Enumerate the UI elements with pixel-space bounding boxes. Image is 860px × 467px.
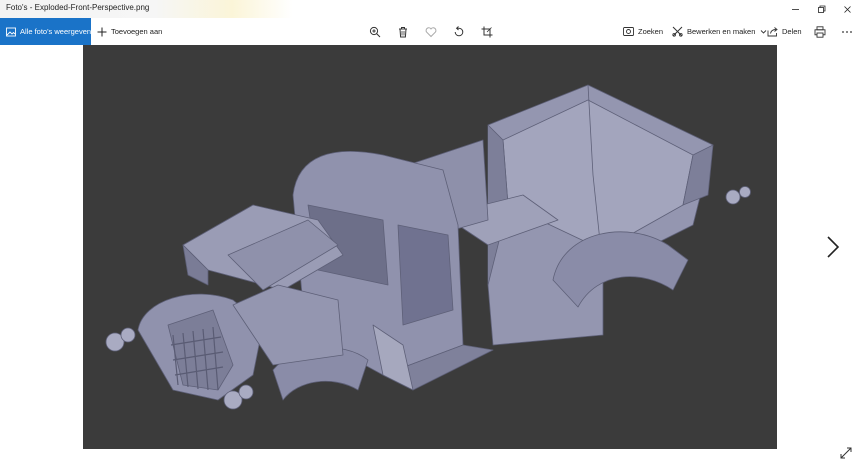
edit-create-label: Bewerken en maken — [687, 27, 756, 36]
restore-icon — [817, 5, 826, 14]
print-button[interactable] — [813, 25, 826, 38]
more-button[interactable] — [840, 25, 853, 38]
more-icon — [841, 26, 853, 38]
toolbar: Alle foto's weergeven Toevoegen aan Zoek… — [0, 18, 860, 45]
search-button[interactable]: Zoeken — [623, 18, 663, 45]
chevron-right-icon — [826, 235, 840, 259]
close-icon — [843, 5, 852, 14]
minimize-button[interactable] — [782, 0, 808, 18]
zoom-icon — [369, 26, 381, 38]
delete-button[interactable] — [396, 25, 409, 38]
plus-icon — [97, 27, 107, 37]
crop-icon — [481, 26, 493, 38]
title-bar: Foto's - Exploded-Front-Perspective.png — [0, 0, 860, 18]
search-label: Zoeken — [638, 27, 664, 36]
edit-create-button[interactable]: Bewerken en maken — [672, 18, 767, 45]
rotate-icon — [453, 25, 465, 38]
expand-icon — [840, 447, 852, 459]
close-button[interactable] — [834, 0, 860, 18]
truck-model-image — [105, 84, 751, 410]
all-photos-label: Alle foto's weergeven — [20, 27, 92, 36]
next-image-button[interactable] — [824, 234, 842, 260]
share-button[interactable]: Delen — [767, 18, 802, 45]
favorite-icon — [425, 26, 437, 38]
search-icon — [623, 26, 634, 37]
rotate-button[interactable] — [452, 25, 465, 38]
delete-icon — [397, 26, 409, 38]
image-viewer — [83, 45, 777, 449]
print-icon — [814, 25, 826, 38]
window-title: Foto's - Exploded-Front-Perspective.png — [6, 3, 150, 12]
favorite-button[interactable] — [424, 25, 437, 38]
share-icon — [767, 26, 778, 37]
add-to-button[interactable]: Toevoegen aan — [97, 18, 162, 45]
edit-icon — [672, 26, 683, 37]
fullscreen-button[interactable] — [839, 446, 853, 460]
share-label: Delen — [782, 27, 802, 36]
zoom-button[interactable] — [368, 25, 381, 38]
restore-button[interactable] — [808, 0, 834, 18]
photo-icon — [6, 27, 16, 37]
minimize-icon — [791, 5, 800, 14]
crop-button[interactable] — [480, 25, 493, 38]
all-photos-button[interactable]: Alle foto's weergeven — [0, 18, 91, 45]
add-to-label: Toevoegen aan — [111, 27, 163, 36]
